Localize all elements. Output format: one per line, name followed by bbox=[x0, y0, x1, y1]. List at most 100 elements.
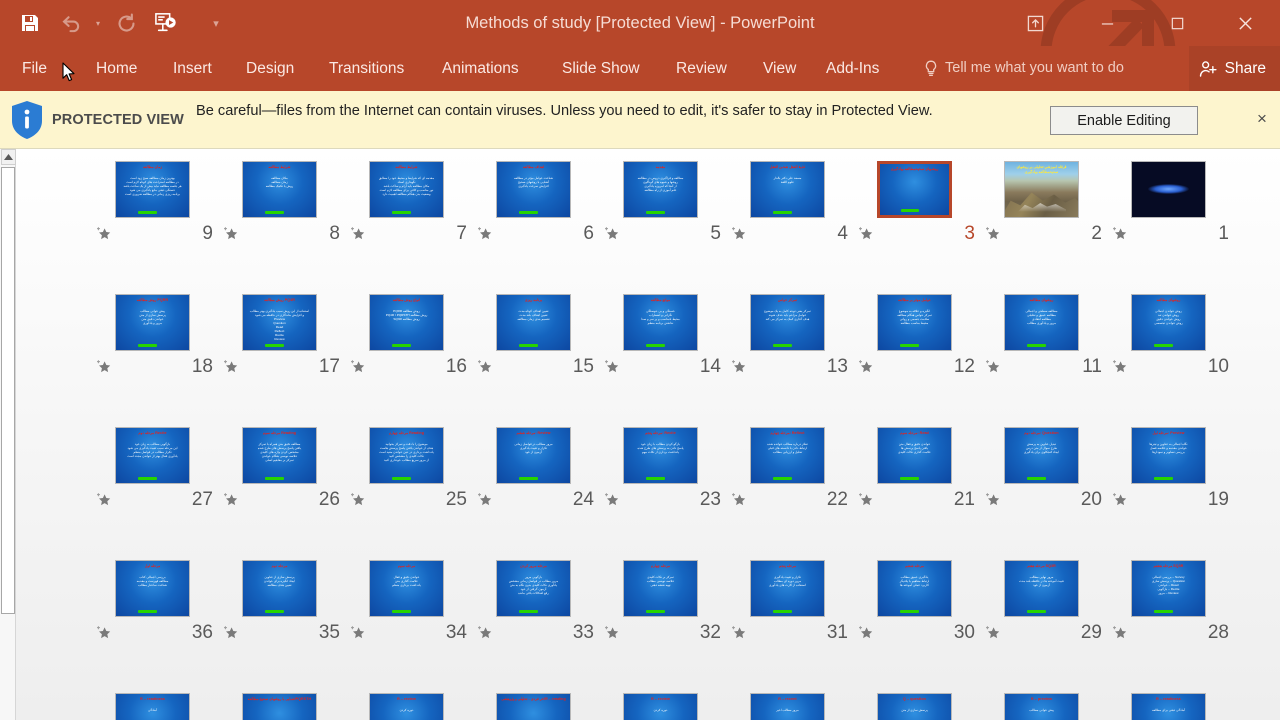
slide-thumbnail-cell[interactable]: مرحله چهارم Reading موضوع را با دقت و تمر… bbox=[343, 427, 470, 517]
animation-star-icon[interactable] bbox=[857, 225, 875, 243]
animation-star-icon[interactable] bbox=[349, 225, 367, 243]
slide-thumbnail[interactable]: مرحله اول بررسی اجمالی کتاب مطالعه فهرست و… bbox=[115, 560, 190, 617]
slide-thumbnail-cell[interactable]: شرایط مطالعه مقدمه ای که شرایط و محیط خود… bbox=[343, 161, 470, 251]
slide-thumbnail-cell[interactable]: روش مطالعه PQRR پیش خوانی مطالب پرسش سازی … bbox=[89, 294, 216, 384]
slide-thumbnail[interactable]: مرحله هفتم SQ3R مرور نهایی مطالب تثبیت آمو… bbox=[1004, 560, 1079, 617]
slide-thumbnail-cell[interactable]: آشنایی با روشهای صحیح مطالعهPQRSTH44 bbox=[216, 693, 343, 720]
close-icon[interactable]: × bbox=[1250, 106, 1274, 132]
animation-star-icon[interactable] bbox=[984, 491, 1002, 509]
slide-thumbnail-cell[interactable]: مرحله دوم Recite بازگویی مطالب به زبان خو… bbox=[89, 427, 216, 517]
slide-thumbnail[interactable]: R – readiness آمادگی ذهنی برای مطالعه bbox=[1131, 693, 1206, 720]
slide-thumbnail[interactable]: روش مطالعه PQ4R استفاده از این روش سبب یا… bbox=[242, 294, 317, 351]
slide-thumbnail[interactable]: روشهای مطالعه مطالعه سطحی و اجمالی مطالعه … bbox=[1004, 294, 1079, 351]
animation-star-icon[interactable] bbox=[476, 624, 494, 642]
slide-thumbnail[interactable]: روش مطالعه PQRR پیش خوانی مطالب پرسش سازی … bbox=[115, 294, 190, 351]
animation-star-icon[interactable] bbox=[857, 491, 875, 509]
animation-star-icon[interactable] bbox=[1111, 225, 1129, 243]
slide-thumbnail[interactable]: مرحله مرور کردن بازگویی مرور مرور مطالب در… bbox=[496, 560, 571, 617]
vertical-scrollbar[interactable] bbox=[0, 149, 16, 720]
slide-thumbnail-cell[interactable]: آخر فردی - تحلیلی و پژوهشیR – reading42 bbox=[470, 693, 597, 720]
animation-star-icon[interactable] bbox=[857, 624, 875, 642]
tab-transitions[interactable]: Transitions bbox=[329, 46, 404, 91]
slide-thumbnail[interactable]: آشنایی با روشهای صحیح مطالعهPQRSTH bbox=[242, 693, 317, 720]
start-presentation-icon[interactable] bbox=[146, 3, 186, 43]
slide-thumbnail-cell[interactable]: Q – questionپرسش سازی از متن39 bbox=[851, 693, 978, 720]
slide-thumbnail-cell[interactable]: مرحله پنجم: Recite بازگو کردن مطالب با زب… bbox=[597, 427, 724, 517]
slide-thumbnail[interactable]: موانع مطالعه خستگی و بی حوصلگی نگرانی و اض… bbox=[623, 294, 698, 351]
customize-qat-icon[interactable]: ▾ bbox=[208, 3, 224, 43]
tab-animations[interactable]: Animations bbox=[442, 46, 519, 91]
slide-thumbnail-cell[interactable]: روش مطالعه PQ4R استفاده از این روش سبب یا… bbox=[216, 294, 343, 384]
scrollbar-thumb[interactable] bbox=[1, 167, 15, 614]
slide-thumbnail-cell[interactable]: مقدمه مطالعه و فراگیری دروس در مطالعه روشه… bbox=[597, 161, 724, 251]
slide-thumbnail[interactable]: مقدمه مطالعه و فراگیری دروس در مطالعه روشه… bbox=[623, 161, 698, 218]
slide-thumbnail-cell[interactable]: R – readinessآمادگی ذهنی برای مطالعه37 bbox=[1105, 693, 1232, 720]
slide-thumbnail[interactable]: آخر فردی - تحلیلی و پژوهشیR – reading bbox=[496, 693, 571, 720]
slide-thumbnail[interactable]: مرحله چهارم: Reflect تفکر درباره مطالب خو… bbox=[750, 427, 825, 484]
slide-thumbnail[interactable]: غذية العقل شحـن العقل مسعد علي دكتر بالدا… bbox=[750, 161, 825, 218]
maximize-button[interactable] bbox=[1154, 0, 1200, 46]
slide-thumbnail[interactable]: مرحله دوم Recite بازگویی مطالب به زبان خو… bbox=[115, 427, 190, 484]
slide-thumbnail-cell[interactable]: مرحله چهارم تمرکز بر نکات کلیدی خلاصه نویس… bbox=[597, 560, 724, 650]
slide-thumbnail[interactable]: اهداف مطالعه شناخت عوامل مؤثر در مطالعه آش… bbox=[496, 161, 571, 218]
slide-thumbnail[interactable]: مرحله پنجم تکرار و تثبیت یادگیری مرور دوره… bbox=[750, 560, 825, 617]
animation-star-icon[interactable] bbox=[603, 491, 621, 509]
slide-thumbnail-cell[interactable]: مرحله مرور کردن بازگویی مرور مرور مطالب در… bbox=[470, 560, 597, 650]
slide-thumbnail-cell[interactable]: انواع روش مطالعه روش مطالعه PQRR روش مطالع… bbox=[343, 294, 470, 384]
slide-thumbnail[interactable]: مرحله سوم Reading مطالعه دقیق متن همراه ب… bbox=[242, 427, 317, 484]
slide-thumbnail[interactable]: تمرکز حواس تمرکز یعنی توجه کامل به یک موض… bbox=[750, 294, 825, 351]
tab-slide-show[interactable]: Slide Show bbox=[562, 46, 640, 91]
slide-thumbnail-cell[interactable]: مرحله هشتم SQ3R Survey – بررسی اجمالی Ques… bbox=[1105, 560, 1232, 650]
slide-thumbnail[interactable]: مرحله چهارم Reading موضوع را با دقت و تمر… bbox=[369, 427, 444, 484]
animation-star-icon[interactable] bbox=[730, 225, 748, 243]
slide-thumbnail-cell[interactable]: مرحله پنجم تکرار و تثبیت یادگیری مرور دوره… bbox=[724, 560, 851, 650]
slide-thumbnail[interactable]: مرحله ششم: Review مرور مطالب در فواصل زما… bbox=[496, 427, 571, 484]
slide-thumbnail[interactable]: شرایط مطالعه مکان مطالعه زمان مطالعه روش یا… bbox=[242, 161, 317, 218]
animation-star-icon[interactable] bbox=[1111, 624, 1129, 642]
animation-star-icon[interactable] bbox=[730, 358, 748, 376]
slide-thumbnail[interactable]: روشـهای صحیحمطالعه ویادگیری bbox=[877, 161, 952, 218]
slide-thumbnail-cell[interactable]: مرحله چهارم: Reflect تفکر درباره مطالب خو… bbox=[724, 427, 851, 517]
animation-star-icon[interactable] bbox=[476, 225, 494, 243]
slide-thumbnail-cell[interactable]: مرحله سوم Reading مطالعه دقیق متن همراه ب… bbox=[216, 427, 343, 517]
slide-thumbnail[interactable]: R – recent مرور مطالب اخیر bbox=[750, 693, 825, 720]
slide-thumbnail-cell[interactable]: مرحله سوم: Read خواندن دقیق و فعال متن یاف… bbox=[851, 427, 978, 517]
slide-thumbnail[interactable]: R – review دوره کردن bbox=[623, 693, 698, 720]
animation-star-icon[interactable] bbox=[476, 491, 494, 509]
slide-thumbnail-cell[interactable]: روشهای مطالعه روش خواندن اجمالی روش خواندن… bbox=[1105, 294, 1232, 384]
slide-thumbnail-cell[interactable]: مرحله سوم خواندن دقیق و فعال علامت گذاری م… bbox=[343, 560, 470, 650]
slide-thumbnail-cell[interactable]: موانع مطالعه خستگی و بی حوصلگی نگرانی و اض… bbox=[597, 294, 724, 384]
enable-editing-button[interactable]: Enable Editing bbox=[1050, 106, 1198, 135]
animation-star-icon[interactable] bbox=[984, 225, 1002, 243]
save-icon[interactable] bbox=[10, 3, 50, 43]
slide-thumbnail[interactable]: مرحله اول: Preview نگاه اجمالی به عناوین … bbox=[1131, 427, 1206, 484]
slide-thumbnail-cell[interactable]: روشهای مطالعه مطالعه سطحی و اجمالی مطالعه … bbox=[978, 294, 1105, 384]
animation-star-icon[interactable] bbox=[349, 491, 367, 509]
slide-thumbnail-cell[interactable]: روشـهای صحیحمطالعه ویادگیری 3 bbox=[851, 161, 978, 251]
slide-thumbnail[interactable]: مرحله هشتم SQ3R Survey – بررسی اجمالی Ques… bbox=[1131, 560, 1206, 617]
tab-design[interactable]: Design bbox=[246, 46, 294, 91]
animation-star-icon[interactable] bbox=[95, 225, 113, 243]
slide-thumbnail-cell[interactable]: مرحله هفتم SQ3R مرور نهایی مطالب تثبیت آمو… bbox=[978, 560, 1105, 650]
redo-icon[interactable] bbox=[106, 3, 146, 43]
animation-star-icon[interactable] bbox=[95, 624, 113, 642]
slide-thumbnail[interactable]: عوامل موثر بر مطالعه انگیزه و علاقه به مو… bbox=[877, 294, 952, 351]
slide-thumbnail[interactable]: R – review دوره کردن bbox=[369, 693, 444, 720]
slide-thumbnail-cell[interactable]: زمان مطالعه بهترین زمان مطالعه صبح زود اس… bbox=[89, 161, 216, 251]
animation-star-icon[interactable] bbox=[730, 624, 748, 642]
slide-thumbnail[interactable]: مرحله دوم پرسش سازی از عناوین ایجاد انگیزه… bbox=[242, 560, 317, 617]
slide-thumbnail[interactable]: مرحله چهارم تمرکز بر نکات کلیدی خلاصه نویس… bbox=[623, 560, 698, 617]
animation-star-icon[interactable] bbox=[603, 225, 621, 243]
tell-me-search[interactable]: Tell me what you want to do bbox=[924, 46, 1124, 91]
slide-thumbnail-cell[interactable]: غذية العقل شحـن العقل مسعد علي دكتر بالدا… bbox=[724, 161, 851, 251]
slide-thumbnail-cell[interactable]: مرحله اول بررسی اجمالی کتاب مطالعه فهرست و… bbox=[89, 560, 216, 650]
slide-sorter-pane[interactable]: زمان مطالعه بهترین زمان مطالعه صبح زود اس… bbox=[0, 149, 1280, 720]
slide-thumbnail[interactable]: انواع روش مطالعه روش مطالعه PQRR روش مطالع… bbox=[369, 294, 444, 351]
animation-star-icon[interactable] bbox=[222, 491, 240, 509]
slide-thumbnail[interactable]: مرحله سوم: Read خواندن دقیق و فعال متن یاف… bbox=[877, 427, 952, 484]
slide-thumbnail-cell[interactable]: مرحله ششم یادگیری عمیق مطالب ارتباط مفاهیم… bbox=[851, 560, 978, 650]
tab-review[interactable]: Review bbox=[676, 46, 727, 91]
slide-thumbnail[interactable]: مرحله پنجم: Recite بازگو کردن مطالب با زب… bbox=[623, 427, 698, 484]
animation-star-icon[interactable] bbox=[857, 358, 875, 376]
animation-star-icon[interactable] bbox=[603, 624, 621, 642]
